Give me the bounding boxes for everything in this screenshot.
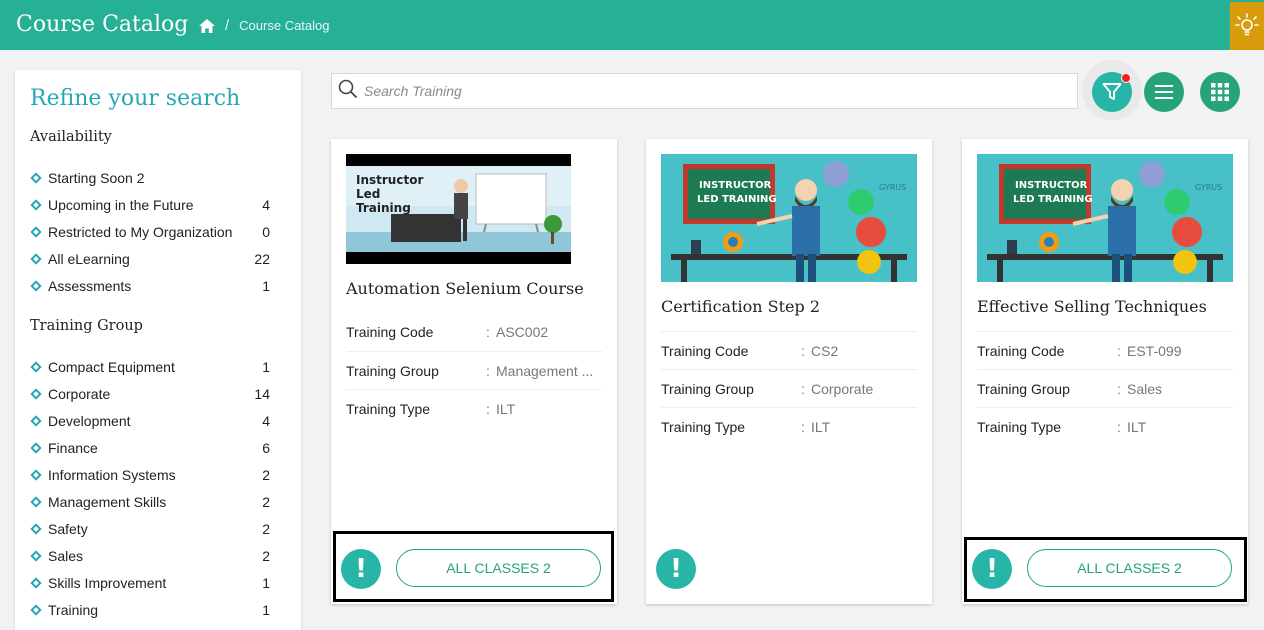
colon: : (801, 418, 805, 435)
colon: : (801, 380, 805, 397)
breadcrumb: / Course Catalog (199, 17, 330, 34)
colon: : (1117, 418, 1121, 435)
colon: : (1117, 380, 1121, 397)
field-row: Training Group: Corporate (661, 369, 917, 407)
svg-text:Led: Led (356, 187, 380, 201)
field-row: Training Group: Management ... (346, 351, 602, 389)
refine-heading: Refine your search (30, 86, 241, 111)
field-row: Training Code: ASC002 (346, 324, 549, 340)
colon: : (486, 324, 490, 340)
svg-text:LED TRAINING: LED TRAINING (1013, 194, 1093, 205)
page-title: Course Catalog (16, 12, 189, 37)
highlight-box (964, 537, 1247, 602)
colon: : (486, 400, 490, 417)
facet-compact-equipment[interactable]: Compact Equipment 1 (30, 356, 270, 378)
lightbulb-icon[interactable] (1230, 2, 1264, 50)
facet-management-skills[interactable]: Management Skills 2 (30, 491, 270, 513)
diamond-bullet-icon (30, 577, 42, 589)
field-row: Training Type: ILT (346, 389, 602, 427)
colon: : (1117, 342, 1121, 359)
diamond-bullet-icon (30, 361, 42, 373)
diamond-bullet-icon (30, 280, 42, 292)
facet-development[interactable]: Development 4 (30, 410, 270, 432)
filter-active-indicator (1121, 73, 1131, 83)
diamond-bullet-icon (30, 523, 42, 535)
top-bar: Course Catalog / Course Catalog (0, 0, 1264, 50)
breadcrumb-separator: / (225, 17, 230, 34)
diamond-bullet-icon (30, 550, 42, 562)
facet-assessments[interactable]: Assessments 1 (30, 275, 270, 297)
facet-skills-improvement[interactable]: Skills Improvement 1 (30, 572, 270, 594)
diamond-bullet-icon (30, 172, 42, 184)
course-thumbnail: INSTRUCTOR LED TRAINING GYRUS (977, 154, 1233, 282)
home-icon[interactable] (199, 18, 215, 33)
svg-text:GYRUS: GYRUS (879, 183, 906, 192)
filter-sidebar: Refine your search Availability Starting… (15, 70, 301, 630)
facet-restricted[interactable]: Restricted to My Organization 0 (30, 221, 270, 243)
filter-icon (1102, 83, 1122, 100)
info-icon: ! (670, 554, 682, 584)
svg-text:Training: Training (356, 201, 411, 215)
highlight-box (333, 531, 614, 602)
facet-finance[interactable]: Finance 6 (30, 437, 270, 459)
svg-text:Instructor: Instructor (356, 173, 423, 187)
facet-upcoming[interactable]: Upcoming in the Future 4 (30, 194, 270, 216)
availability-heading: Availability (30, 129, 112, 145)
svg-text:INSTRUCTOR: INSTRUCTOR (1015, 180, 1088, 191)
diamond-bullet-icon (30, 388, 42, 400)
facet-training[interactable]: Training 1 (30, 599, 270, 621)
search-icon[interactable] (332, 79, 358, 104)
diamond-bullet-icon (30, 226, 42, 238)
training-group-heading: Training Group (30, 318, 143, 334)
svg-text:LED TRAINING: LED TRAINING (697, 194, 777, 205)
search-input[interactable] (364, 83, 1044, 99)
course-title[interactable]: Automation Selenium Course (346, 279, 584, 298)
course-card[interactable]: INSTRUCTOR LED TRAINING GYRUS Certificat… (646, 139, 932, 604)
list-view-icon (1155, 85, 1173, 99)
field-row: Training Code: EST-099 (977, 331, 1233, 369)
grid-view-button[interactable] (1200, 72, 1240, 112)
course-title[interactable]: Effective Selling Techniques (977, 297, 1207, 316)
svg-text:INSTRUCTOR: INSTRUCTOR (699, 180, 772, 191)
facet-information-systems[interactable]: Information Systems 2 (30, 464, 270, 486)
course-thumbnail: INSTRUCTOR LED TRAINING GYRUS (661, 154, 917, 282)
field-row: Training Group: Sales (977, 369, 1233, 407)
search-box (331, 73, 1078, 109)
course-card[interactable]: INSTRUCTOR LED TRAINING GYRUS Effective … (962, 139, 1248, 604)
field-row: Training Code: CS2 (661, 331, 917, 369)
facet-starting-soon[interactable]: Starting Soon 2 (30, 167, 270, 189)
diamond-bullet-icon (30, 604, 42, 616)
grid-view-icon (1211, 83, 1229, 101)
list-view-button[interactable] (1144, 72, 1184, 112)
facet-all-elearning[interactable]: All eLearning 22 (30, 248, 270, 270)
field-row: Training Type: ILT (977, 407, 1233, 445)
field-row: Training Type: ILT (661, 407, 917, 445)
info-button[interactable]: ! (656, 549, 696, 589)
diamond-bullet-icon (30, 442, 42, 454)
diamond-bullet-icon (30, 415, 42, 427)
diamond-bullet-icon (30, 469, 42, 481)
diamond-bullet-icon (30, 253, 42, 265)
breadcrumb-current: Course Catalog (239, 18, 330, 33)
svg-text:GYRUS: GYRUS (1195, 183, 1222, 192)
facet-corporate[interactable]: Corporate 14 (30, 383, 270, 405)
diamond-bullet-icon (30, 496, 42, 508)
facet-sales[interactable]: Sales 2 (30, 545, 270, 567)
facet-safety[interactable]: Safety 2 (30, 518, 270, 540)
colon: : (486, 362, 490, 379)
diamond-bullet-icon (30, 199, 42, 211)
course-thumbnail: Instructor Led Training (346, 154, 602, 264)
course-title[interactable]: Certification Step 2 (661, 297, 820, 316)
colon: : (801, 342, 805, 359)
